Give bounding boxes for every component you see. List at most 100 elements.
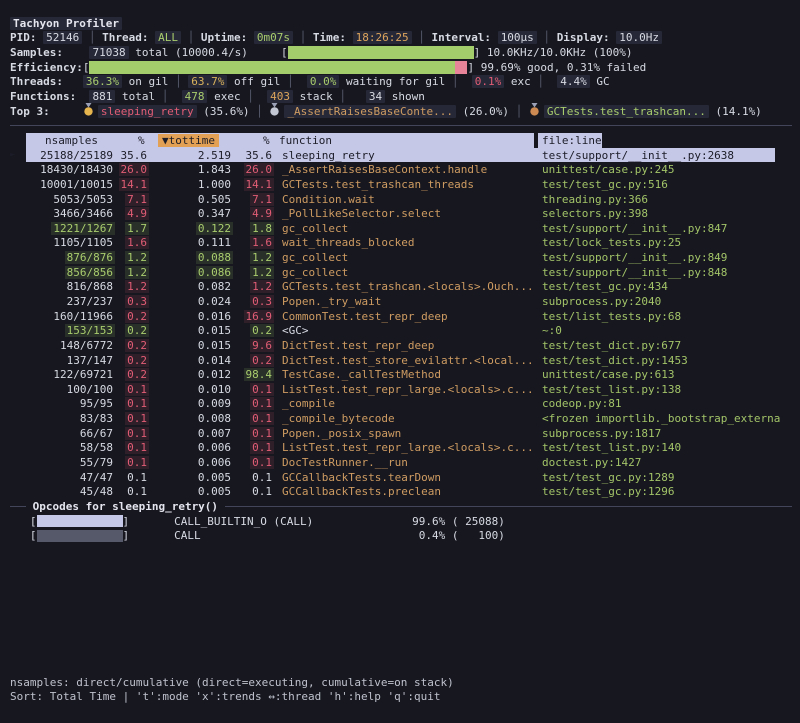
cell-file-line: doctest.py:1427 — [534, 456, 800, 469]
cell-function: wait_threads_blocked — [274, 236, 534, 249]
table-row[interactable]: ►25188/2518935.62.51935.6sleeping_retryt… — [0, 148, 800, 163]
column-header-pct-cumulative[interactable]: % — [263, 134, 270, 147]
cell-file-line: test/lock_tests.py:25 — [534, 236, 800, 249]
table-row[interactable]: 876/8761.20.0881.2gc_collecttest/support… — [0, 250, 800, 265]
gc-desc: GC — [590, 75, 610, 88]
opcodes-separator: Opcodes for sleeping_retry() — [0, 499, 800, 514]
cell-ns: 45/48 — [26, 485, 115, 498]
table-row[interactable]: 47/470.10.0050.1GCCallbackTests.tearDown… — [0, 470, 800, 485]
separator: │ — [509, 105, 529, 118]
table-row[interactable]: 816/8681.20.0821.2GCTests.test_trashcan.… — [0, 280, 800, 295]
column-header-nsamples[interactable]: nsamples — [45, 134, 98, 147]
bracket: [ — [30, 515, 37, 528]
separator: │ — [241, 90, 268, 103]
cell-tt: 0.006 — [149, 441, 233, 454]
table-row[interactable]: 100/1000.10.0100.1ListTest.test_repr_lar… — [0, 382, 800, 397]
table-row[interactable]: 66/670.10.0070.1Popen._posix_spawnsubpro… — [0, 426, 800, 441]
cell-function: _compile — [274, 397, 534, 410]
table-row[interactable]: 153/1530.20.0150.2<GC>~:0 — [0, 323, 800, 338]
column-header-function[interactable]: function — [279, 134, 332, 147]
legend-note: nsamples: direct/cumulative (direct=exec… — [0, 675, 800, 690]
cell-p1: 0.1 — [115, 471, 149, 484]
bracket: ] — [123, 529, 130, 542]
cell-file-line: <frozen importlib._bootstrap_externa — [534, 412, 800, 425]
table-row[interactable]: 55/790.10.0060.1DocTestRunner.__rundocte… — [0, 455, 800, 470]
cell-p2: 0.1 — [233, 441, 274, 454]
cell-p1: 1.6 — [115, 236, 149, 249]
cell-p1: 1.2 — [115, 251, 149, 264]
cell-p1: 4.9 — [115, 207, 149, 220]
status-row: PID: 52146 │ Thread: ALL │ Uptime: 0m07s… — [0, 31, 800, 46]
thread-value[interactable]: ALL — [155, 31, 181, 44]
table-row[interactable]: 1105/11051.60.1111.6wait_threads_blocked… — [0, 236, 800, 251]
silver-medal-icon — [269, 103, 280, 119]
cell-file-line: unittest/case.py:613 — [534, 368, 800, 381]
table-row[interactable]: 137/1470.20.0140.2DictTest.test_store_ev… — [0, 353, 800, 368]
cell-file-line: test/test_list.py:138 — [534, 383, 800, 396]
table-row[interactable]: 3466/34664.90.3474.9_PollLikeSelector.se… — [0, 206, 800, 221]
indent — [10, 529, 30, 542]
functions-exec-desc: exec — [207, 90, 240, 103]
cell-tt: 0.024 — [149, 295, 233, 308]
cell-ns: 5053/5053 — [26, 193, 115, 206]
cell-file-line: test/test_list.py:140 — [534, 441, 800, 454]
cell-function: sleeping_retry — [274, 149, 534, 162]
cell-function: TestCase._callTestMethod — [274, 368, 534, 381]
samples-total: 71038 — [89, 46, 128, 59]
column-header-file-line[interactable]: file:line — [542, 134, 602, 147]
cell-p2: 1.8 — [233, 222, 274, 235]
cell-p2: 0.2 — [233, 324, 274, 337]
cell-function: Popen._try_wait — [274, 295, 534, 308]
on-gil-desc: on gil — [122, 75, 168, 88]
cell-file-line: test/test_dict.py:677 — [534, 339, 800, 352]
cell-function: gc_collect — [274, 222, 534, 235]
cell-p2: 26.0 — [233, 163, 274, 176]
table-row[interactable]: 58/580.10.0060.1ListTest.test_repr_large… — [0, 441, 800, 456]
table-row[interactable]: 160/119660.20.01616.9CommonTest.test_rep… — [0, 309, 800, 324]
column-header-pct-direct[interactable]: % — [138, 134, 145, 147]
keybinding-bar: Sort: Total Time | 't':mode 'x':trends ↔… — [0, 690, 800, 705]
table-row[interactable]: 856/8561.20.0861.2gc_collecttest/support… — [0, 265, 800, 280]
opcode-row: []CALL 0.4% ( 100) — [0, 528, 800, 543]
horizontal-rule — [225, 506, 792, 507]
samples-rate-text: 10.0KHz/10.0KHz (100%) — [480, 46, 632, 59]
table-row[interactable]: 122/697210.20.01298.4TestCase._callTestM… — [0, 367, 800, 382]
table-row[interactable]: 18430/1843026.01.84326.0_AssertRaisesBas… — [0, 162, 800, 177]
cell-file-line: test/test_gc.py:434 — [534, 280, 800, 293]
functions-stack-desc: stack — [293, 90, 333, 103]
cell-tt: 0.008 — [149, 412, 233, 425]
table-row[interactable]: 95/950.10.0090.1_compilecodeop.py:81 — [0, 397, 800, 412]
cell-file-line: subprocess.py:2040 — [534, 295, 800, 308]
bracket: ] — [123, 515, 130, 528]
cell-function: DictTest.test_store_evilattr.<local... — [274, 354, 534, 367]
cell-function: CommonTest.test_repr_deep — [274, 310, 534, 323]
title-row: Tachyon Profiler — [0, 16, 800, 31]
table-row[interactable]: 237/2370.30.0240.3Popen._try_waitsubproc… — [0, 294, 800, 309]
table-row[interactable]: 45/480.10.0050.1GCCallbackTests.preclean… — [0, 485, 800, 500]
cell-p2: 0.2 — [233, 354, 274, 367]
gold-medal-icon — [83, 103, 94, 119]
table-row[interactable]: 5053/50537.10.5057.1Condition.waitthread… — [0, 192, 800, 207]
opcode-name: CALL_BUILTIN_O (CALL) — [174, 515, 412, 528]
gc-value: 4.4% — [557, 75, 590, 88]
exc-value: 0.1% — [472, 75, 505, 88]
cell-file-line: unittest/case.py:245 — [534, 163, 800, 176]
cell-function: GCTests.test_trashcan_threads — [274, 178, 534, 191]
cell-p2: 16.9 — [233, 310, 274, 323]
table-row[interactable]: 1221/12671.70.1221.8gc_collecttest/suppo… — [0, 221, 800, 236]
cell-function: _PollLikeSelector.select — [274, 207, 534, 220]
top3-item-3-pct: (14.1%) — [709, 105, 762, 118]
table-row[interactable]: 10001/1001514.11.00014.1GCTests.test_tra… — [0, 177, 800, 192]
table-row[interactable]: 83/830.10.0080.1_compile_bytecode<frozen… — [0, 411, 800, 426]
column-header-tottime-sorted[interactable]: ▼tottime — [158, 134, 219, 147]
cell-file-line: test/support/__init__.py:849 — [534, 251, 800, 264]
cell-function: GCCallbackTests.preclean — [274, 485, 534, 498]
separator: │ — [181, 31, 201, 44]
bracket: [ — [83, 61, 90, 74]
table-row[interactable]: 148/67720.20.0159.6DictTest.test_repr_de… — [0, 338, 800, 353]
waiting-gil-value: 0.0% — [307, 75, 340, 88]
pid-value: 52146 — [43, 31, 82, 44]
cell-p2: 1.2 — [233, 280, 274, 293]
cell-file-line: threading.py:366 — [534, 193, 800, 206]
separator: │ — [333, 90, 366, 103]
